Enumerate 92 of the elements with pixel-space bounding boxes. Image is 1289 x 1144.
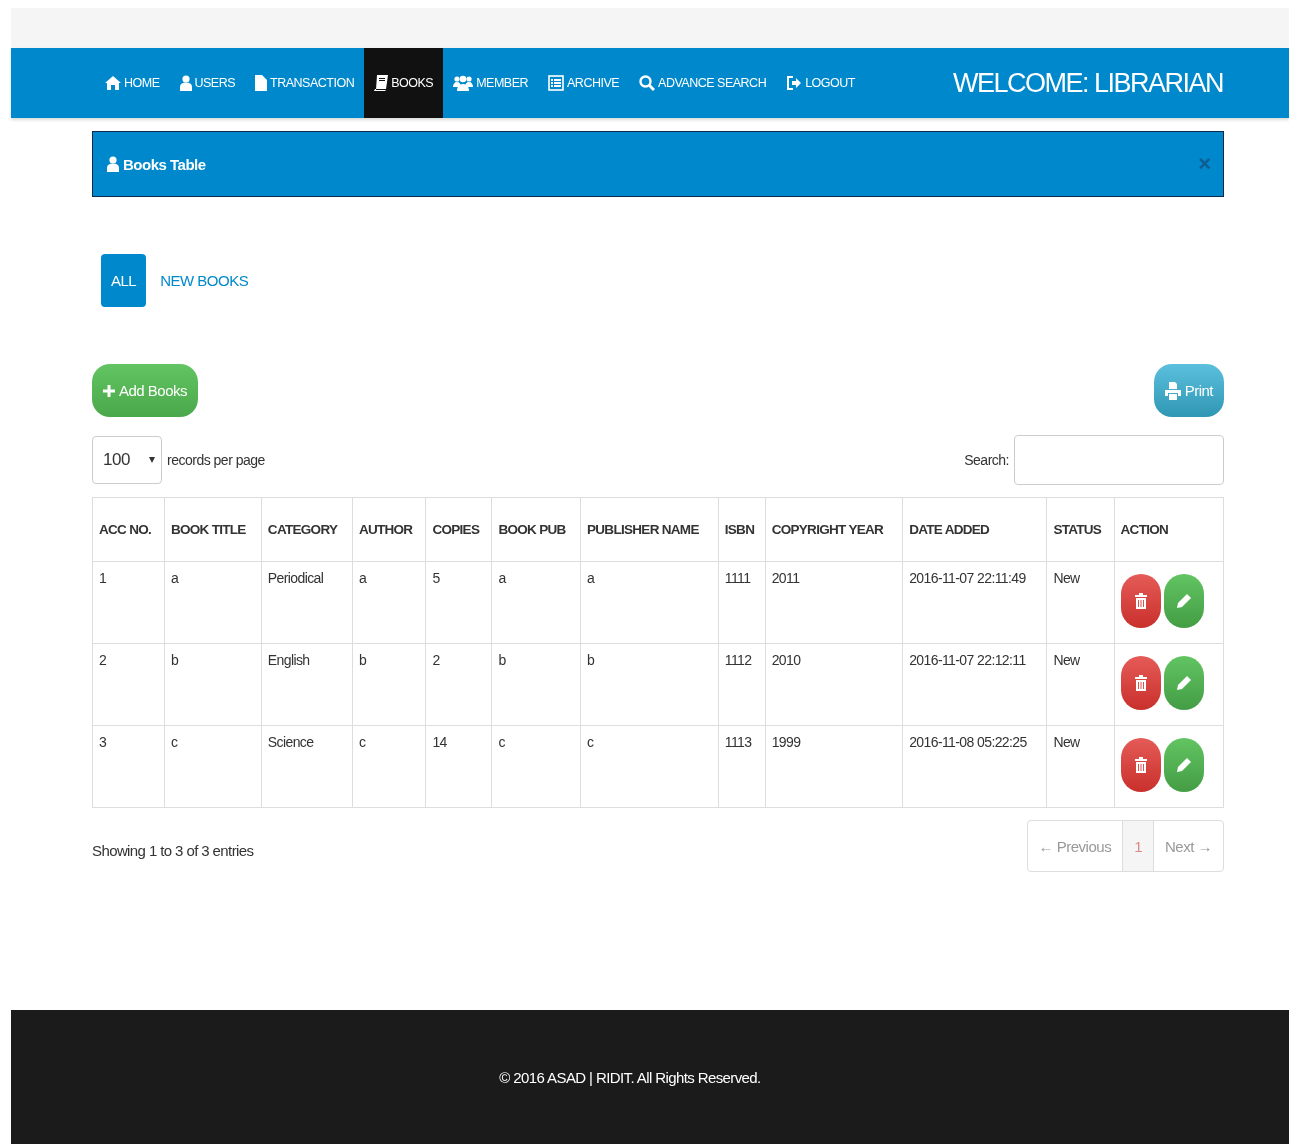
user-icon	[107, 156, 119, 172]
table-cell: 14	[425, 725, 492, 808]
column-header: AUTHOR	[352, 497, 426, 562]
tab[interactable]: NEW BOOKS	[150, 254, 259, 307]
page-link[interactable]: ← Previous	[1027, 821, 1123, 871]
logout-icon	[786, 75, 803, 91]
column-header: ISBN	[718, 497, 766, 562]
edit-button[interactable]	[1163, 738, 1204, 792]
table-cell: New	[1046, 561, 1115, 644]
table-cell: Periodical	[261, 561, 353, 644]
table-cell: New	[1046, 725, 1115, 808]
nav-link[interactable]: USERS	[169, 48, 246, 118]
table-cell: 2	[425, 643, 492, 726]
records-per-page-select[interactable]: 100	[92, 436, 162, 484]
table-cell: 5	[425, 561, 492, 644]
table-cell: c	[491, 725, 581, 808]
table-cell: 2011	[765, 561, 903, 644]
table-cell: 2016-11-08 05:22:25	[902, 725, 1047, 808]
table-cell: c	[580, 725, 719, 808]
edit-button[interactable]	[1163, 656, 1204, 710]
table-cell: 2010	[765, 643, 903, 726]
home-icon	[105, 75, 121, 91]
table-cell: a	[164, 561, 262, 644]
trash-icon	[1134, 757, 1147, 773]
table-cell: 1	[92, 561, 165, 644]
table-cell: Science	[261, 725, 353, 808]
entries-info: Showing 1 to 3 of 3 entries	[92, 842, 254, 859]
delete-button[interactable]	[1120, 656, 1161, 710]
nav-link[interactable]: ARCHIVE	[538, 48, 630, 118]
table-cell: New	[1046, 643, 1115, 726]
column-header: ACC NO.	[92, 497, 165, 562]
group-icon	[453, 75, 474, 91]
caret-icon	[149, 457, 155, 463]
table-cell: a	[491, 561, 581, 644]
table-cell: 1111	[718, 561, 766, 644]
table-cell: a	[352, 561, 426, 644]
table-cell: 1112	[718, 643, 766, 726]
column-header: STATUS	[1046, 497, 1115, 562]
table-cell: 1999	[765, 725, 903, 808]
search-icon	[639, 75, 656, 91]
delete-button[interactable]	[1120, 574, 1161, 628]
nav-link[interactable]: LOGOUT	[776, 48, 865, 118]
column-header: BOOK TITLE	[164, 497, 262, 562]
page-link[interactable]: Next →	[1153, 821, 1223, 871]
file-icon	[255, 75, 268, 91]
column-header: COPIES	[425, 497, 492, 562]
nav-link[interactable]: TRANSACTION	[245, 48, 365, 118]
edit-button[interactable]	[1163, 574, 1204, 628]
nav-link[interactable]: HOME	[95, 48, 170, 118]
table-cell: 3	[92, 725, 165, 808]
panel-title: Books Table	[123, 155, 206, 173]
user-icon	[179, 75, 192, 91]
column-header: COPYRIGHT YEAR	[765, 497, 903, 562]
welcome-text: WELCOME: LIBRARIAN	[952, 67, 1223, 99]
column-header: ACTION	[1114, 497, 1224, 562]
print-button[interactable]: Print	[1153, 364, 1224, 417]
nav-link[interactable]: BOOKS	[364, 48, 444, 118]
add-books-button[interactable]: Add Books	[92, 364, 199, 417]
delete-button[interactable]	[1120, 738, 1161, 792]
table-cell: b	[352, 643, 426, 726]
table-cell: 2	[92, 643, 165, 726]
table-cell: b	[164, 643, 262, 726]
column-header: DATE ADDED	[902, 497, 1047, 562]
table-cell: 1113	[718, 725, 766, 808]
table-cell: b	[580, 643, 719, 726]
records-per-page-label: records per page	[167, 452, 265, 468]
trash-icon	[1134, 675, 1147, 691]
pencil-icon	[1175, 593, 1192, 609]
nav-link[interactable]: ADVANCE SEARCH	[629, 48, 777, 118]
table-cell: c	[164, 725, 262, 808]
pencil-icon	[1175, 675, 1192, 691]
page-link[interactable]: 1	[1122, 821, 1153, 871]
column-header: CATEGORY	[261, 497, 353, 562]
nav-link[interactable]: MEMBER	[443, 48, 538, 118]
table-cell: c	[352, 725, 426, 808]
printer-icon	[1164, 381, 1181, 400]
search-label: Search:	[964, 452, 1009, 468]
table-cell: a	[580, 561, 719, 644]
column-header: BOOK PUB	[491, 497, 581, 562]
trash-icon	[1134, 593, 1147, 609]
table-cell: 2016-11-07 22:12:11	[902, 643, 1047, 726]
table-cell: 2016-11-07 22:11:49	[902, 561, 1047, 644]
table-cell: English	[261, 643, 353, 726]
list-icon	[548, 75, 564, 91]
pencil-icon	[1175, 757, 1192, 773]
table-cell: b	[491, 643, 581, 726]
book-icon	[374, 75, 389, 91]
plus-icon	[103, 384, 115, 397]
tab[interactable]: ALL	[101, 254, 147, 307]
copyright-text: © 2016 ASAD | RIDIT. All Rights Reserved.	[499, 1068, 761, 1086]
column-header: PUBLISHER NAME	[580, 497, 719, 562]
search-field[interactable]	[1014, 435, 1224, 485]
